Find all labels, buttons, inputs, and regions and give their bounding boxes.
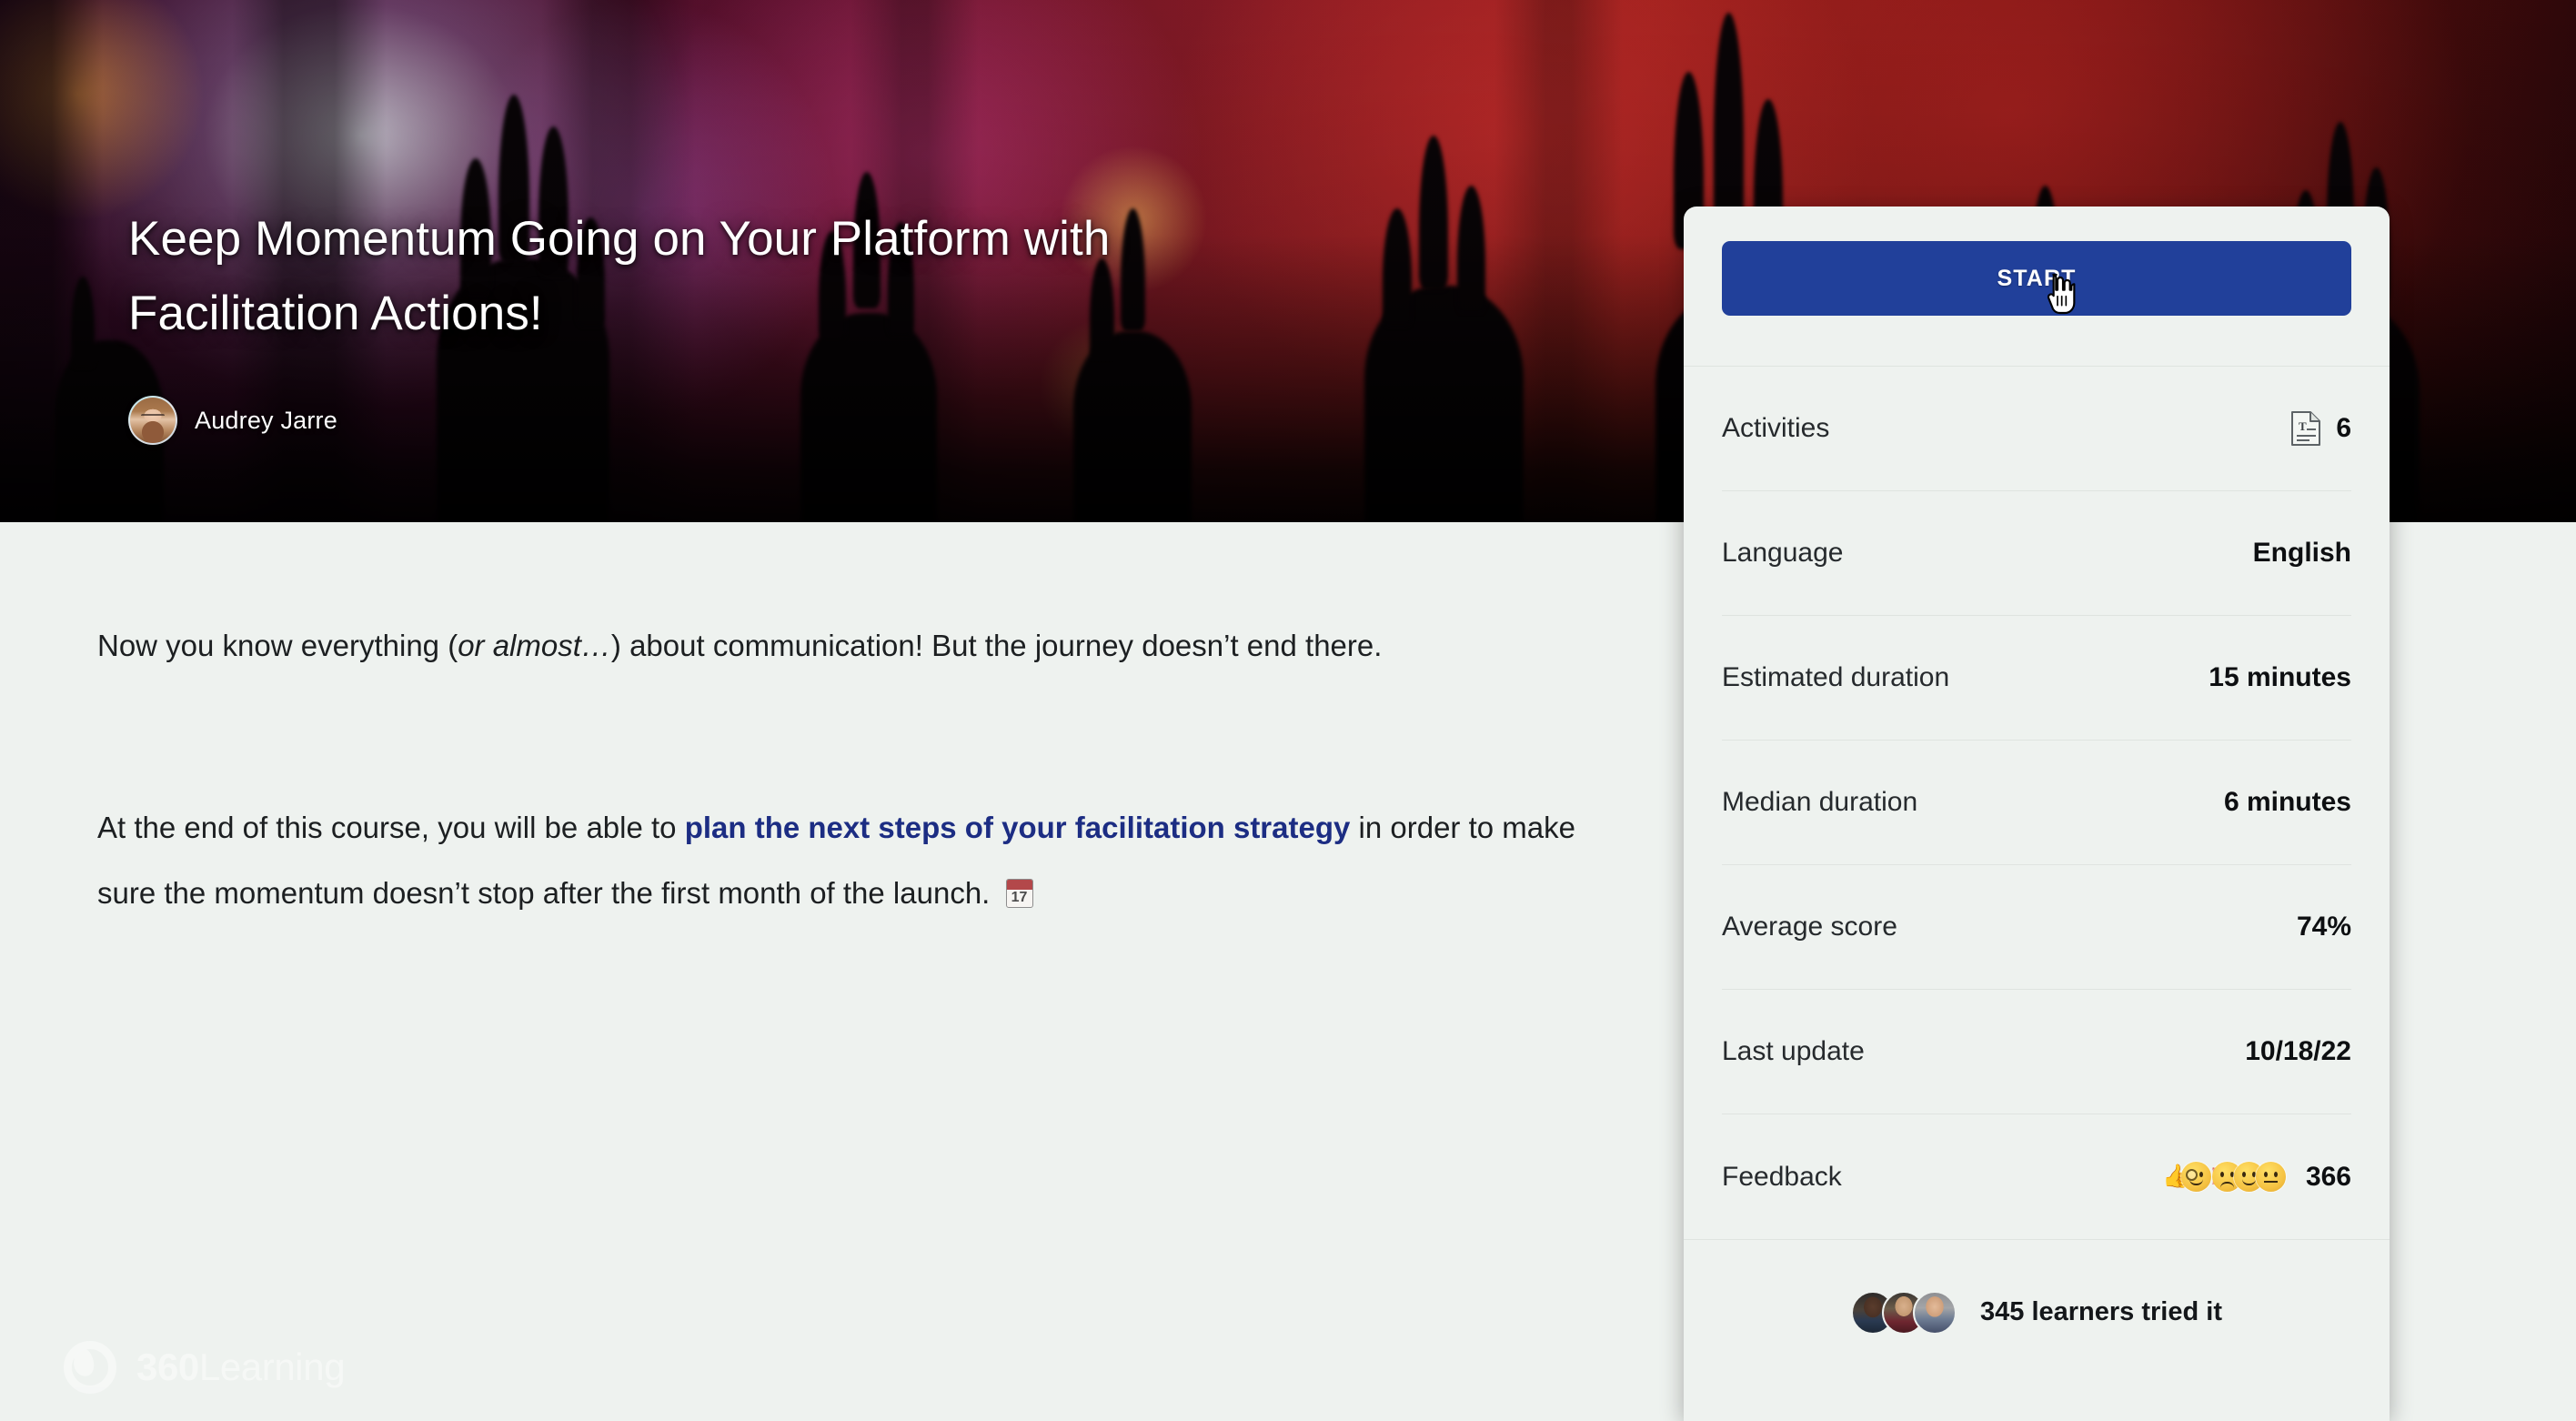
stat-row-language: Language English (1722, 491, 2351, 616)
brand-prefix: 360 (136, 1345, 199, 1388)
stat-value: T 6 (2290, 410, 2351, 447)
stat-label: Average score (1722, 912, 1897, 942)
stat-label: Median duration (1722, 787, 1917, 818)
learner-avatar-group (1851, 1291, 1957, 1335)
stat-value: English (2253, 538, 2351, 569)
calendar-icon: 17 (1006, 879, 1033, 908)
card-action-section: START (1684, 207, 2390, 366)
paragraph1-part2: ) about communication! But the journey d… (611, 629, 1383, 662)
learner-avatar (1913, 1291, 1957, 1335)
course-author[interactable]: Audrey Jarre (128, 396, 1493, 445)
stat-row-last-update: Last update 10/18/22 (1722, 990, 2351, 1114)
author-avatar (128, 396, 177, 445)
author-name: Audrey Jarre (195, 407, 337, 435)
author-avatar-photo (130, 398, 176, 443)
calendar-day-number: 17 (1007, 889, 1032, 907)
stat-value: 6 minutes (2224, 787, 2351, 818)
stat-value: 10/18/22 (2245, 1036, 2351, 1067)
stat-value: 👍 ! 36 (2164, 1162, 2351, 1193)
svg-text:T: T (2299, 419, 2307, 433)
learners-footer[interactable]: 345 learners tried it (1684, 1239, 2390, 1385)
description-paragraph-2: At the end of this course, you will be a… (97, 795, 1635, 926)
hero-content: Keep Momentum Going on Your Platform wit… (128, 202, 1493, 445)
360learning-logo-icon (64, 1341, 116, 1394)
feedback-emoji-cluster[interactable]: 👍 ! (2164, 1162, 2286, 1192)
monocle-face-icon (2181, 1162, 2211, 1192)
stat-value: 74% (2297, 912, 2351, 942)
paragraph1-italic: or almost… (458, 629, 611, 662)
stat-number: 6 (2336, 413, 2351, 444)
stat-label: Estimated duration (1722, 662, 1949, 693)
course-stats-list: Activities T 6 Language English (1684, 367, 2390, 1239)
stat-label: Language (1722, 538, 1843, 569)
stat-row-activities: Activities T 6 (1722, 367, 2351, 491)
stat-label: Feedback (1722, 1162, 1842, 1193)
start-button[interactable]: START (1722, 241, 2351, 316)
paragraph-spacer (97, 679, 1635, 795)
page-title: Keep Momentum Going on Your Platform wit… (128, 202, 1274, 351)
brand-watermark: 360Learning (64, 1341, 345, 1394)
stat-row-feedback: Feedback 👍 ! (1722, 1114, 2351, 1239)
brand-suffix: Learning (199, 1345, 345, 1388)
paragraph2-part1: At the end of this course, you will be a… (97, 811, 685, 844)
facilitation-strategy-link[interactable]: plan the next steps of your facilitation… (685, 811, 1351, 844)
course-description-text: Now you know everything (or almost…) abo… (97, 613, 1635, 926)
stat-label: Activities (1722, 413, 1829, 444)
stat-row-average-score: Average score 74% (1722, 865, 2351, 990)
paragraph1-part1: Now you know everything ( (97, 629, 458, 662)
learners-count-text: 345 learners tried it (1980, 1297, 2222, 1327)
stat-row-median-duration: Median duration 6 minutes (1722, 741, 2351, 865)
stat-row-estimated-duration: Estimated duration 15 minutes (1722, 616, 2351, 741)
course-info-card: START Activities T 6 L (1684, 207, 2390, 1421)
stat-value: 15 minutes (2209, 662, 2351, 693)
text-document-icon: T (2290, 410, 2321, 447)
stat-label: Last update (1722, 1036, 1865, 1067)
description-paragraph-1: Now you know everything (or almost…) abo… (97, 613, 1635, 679)
feedback-count: 366 (2306, 1162, 2351, 1193)
brand-name: 360Learning (136, 1345, 345, 1389)
neutral-face-icon (2256, 1162, 2286, 1192)
